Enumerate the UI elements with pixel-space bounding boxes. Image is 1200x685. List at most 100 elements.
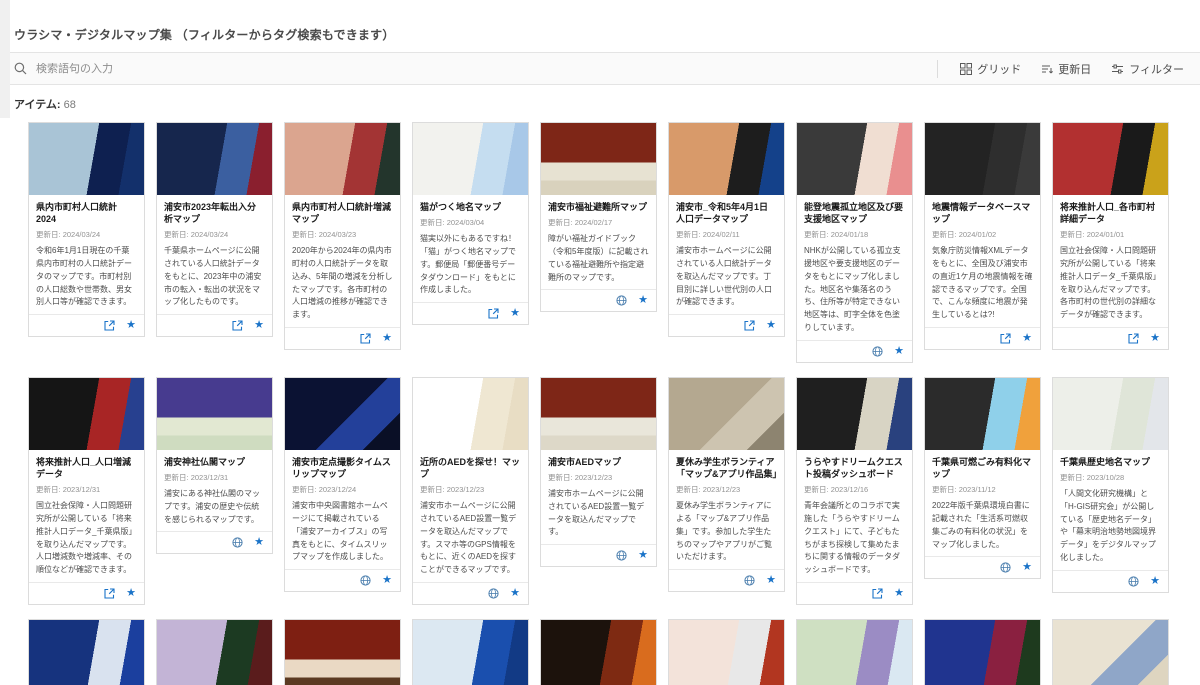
external-link-icon[interactable] [104,320,115,331]
card-title[interactable]: 近所のAEDを探せ！マップ [420,456,521,480]
external-link-icon[interactable] [872,588,883,599]
map-card[interactable]: 県内市町村人口統計2024 更新日: 2024/03/24 令和6年1月1日現在… [28,122,145,337]
card-thumbnail[interactable] [413,123,528,195]
map-card[interactable]: 地震情報データベースマップ 更新日: 2024/01/02 気象庁防災情報XML… [924,122,1041,350]
card-thumbnail[interactable] [1053,378,1168,450]
card-title[interactable]: 千葉県歴史地名マップ [1060,456,1161,468]
card-title[interactable]: 浦安市定点撮影タイムスリップマップ [292,456,393,480]
card-thumbnail[interactable] [797,620,912,685]
map-card[interactable]: 浦安市2023年転出入分析マップ 更新日: 2024/03/24 千葉県ホームペ… [156,122,273,337]
favorite-star-icon[interactable]: ★ [1150,576,1160,587]
external-link-icon[interactable] [232,320,243,331]
map-card[interactable]: 近所のAEDを探せ！マップ 更新日: 2023/12/23 浦安市ホームページに… [412,377,529,605]
card-thumbnail[interactable] [285,123,400,195]
card-thumbnail[interactable] [285,620,400,685]
card-title[interactable]: 浦安市2023年転出入分析マップ [164,201,265,225]
card-thumbnail[interactable] [157,123,272,195]
external-link-icon[interactable] [744,320,755,331]
card-thumbnail[interactable] [157,620,272,685]
favorite-star-icon[interactable]: ★ [126,588,136,599]
external-link-icon[interactable] [1128,333,1139,344]
card-thumbnail[interactable] [797,123,912,195]
favorite-star-icon[interactable]: ★ [510,588,520,599]
card-thumbnail[interactable] [925,123,1040,195]
favorite-star-icon[interactable]: ★ [382,333,392,344]
map-card[interactable]: 千葉県可燃ごみ有料化マップ 更新日: 2023/11/12 2022年版千葉県環… [924,377,1041,579]
sort-by-date-button[interactable]: 更新日 [1041,61,1091,77]
map-card[interactable]: 浦安市小学校児童数統計マップ 更新日: 2023/08/27 ★ [924,619,1041,685]
card-thumbnail[interactable] [1053,620,1168,685]
map-card[interactable]: 千葉県内市町村 市税徴収実績（R1-R3） 更新日: 2023/10/14 ★ [156,619,273,685]
map-card[interactable]: 能登地震孤立地区及び要支援地区マップ 更新日: 2024/01/18 NHKが公… [796,122,913,363]
card-title[interactable]: 浦安市_令和5年4月1日人口データマップ [676,201,777,225]
map-card[interactable]: 浦安市_令和5年4月1日人口データマップ 更新日: 2024/02/11 浦安市… [668,122,785,337]
card-thumbnail[interactable] [541,620,656,685]
map-card[interactable]: 浦安コンビニ店舗数マップ 更新日: 2023/10/07 ★ [284,619,401,685]
map-card[interactable]: 千葉県歴史地名マップ 更新日: 2023/10/28 「人間文化研究機構」と「H… [1052,377,1169,593]
external-link-icon[interactable] [104,588,115,599]
favorite-star-icon[interactable]: ★ [1022,333,1032,344]
card-thumbnail[interactable] [413,378,528,450]
card-title[interactable]: 猫がつく地名マップ [420,201,521,213]
card-title[interactable]: 浦安市AEDマップ [548,456,649,468]
map-card[interactable]: 浦安市定点撮影タイムスリップマップ 更新日: 2023/12/24 浦安市中央図… [284,377,401,592]
card-title[interactable]: 浦安神社仏閣マップ [164,456,265,468]
favorite-star-icon[interactable]: ★ [510,308,520,319]
favorite-star-icon[interactable]: ★ [638,550,648,561]
map-card[interactable]: 浦安３駅乗降者数マップ 更新日: 2023/10/07 浦安市にある3駅の乗降者… [412,619,529,685]
favorite-star-icon[interactable]: ★ [894,588,904,599]
card-thumbnail[interactable] [413,620,528,685]
map-card[interactable]: 将来推計人口_各市町村詳細データ 更新日: 2024/01/01 国立社会保障・… [1052,122,1169,350]
card-thumbnail[interactable] [925,620,1040,685]
card-thumbnail[interactable] [925,378,1040,450]
favorite-star-icon[interactable]: ★ [766,575,776,586]
grid-view-button[interactable]: グリッド [960,61,1021,77]
card-thumbnail[interactable] [1053,123,1168,195]
card-thumbnail[interactable] [29,620,144,685]
search-input[interactable] [36,63,937,75]
globe-icon[interactable] [1128,576,1139,587]
card-thumbnail[interactable] [669,620,784,685]
map-card[interactable]: 浦安市福祉避難所マップ 更新日: 2024/02/17 障がい福祉ガイドブック（… [540,122,657,312]
favorite-star-icon[interactable]: ★ [126,320,136,331]
map-card[interactable]: 猫がつく地名マップ 更新日: 2024/03/04 猫実以外にもあるですね！「猫… [412,122,529,325]
map-card[interactable]: 筑後川浸水推定図 更新日: 2023/07/26 国土交通省国土地理院が公開した… [1052,619,1169,685]
card-title[interactable]: 将来推計人口_各市町村詳細データ [1060,201,1161,225]
card-thumbnail[interactable] [29,378,144,450]
map-card[interactable]: 消防年報（火災出動）マップ 更新日: 2023/09/06 ★ [540,619,657,685]
card-title[interactable]: 地震情報データベースマップ [932,201,1033,225]
map-card[interactable]: うらやすドリームクエスト投稿ダッシュボード 更新日: 2023/12/16 青年… [796,377,913,605]
card-thumbnail[interactable] [669,123,784,195]
map-card[interactable]: 消防年報（救急出動）マップ 更新日: 2023/09/06 ★ [668,619,785,685]
map-card[interactable]: 将来推計人口_人口増減データ 更新日: 2023/12/31 国立社会保障・人口… [28,377,145,605]
card-thumbnail[interactable] [541,123,656,195]
favorite-star-icon[interactable]: ★ [894,346,904,357]
card-title[interactable]: 県内市町村人口統計増減マップ [292,201,393,225]
card-thumbnail[interactable] [669,378,784,450]
favorite-star-icon[interactable]: ★ [382,575,392,586]
card-title[interactable]: 夏休み学生ボランティア「マップ&アプリ作品集」 [676,456,777,480]
favorite-star-icon[interactable]: ★ [1150,333,1160,344]
card-title[interactable]: 浦安市福祉避難所マップ [548,201,649,213]
card-thumbnail[interactable] [157,378,272,450]
favorite-star-icon[interactable]: ★ [766,320,776,331]
card-thumbnail[interactable] [541,378,656,450]
map-card[interactable]: 浦安市AEDマップ 更新日: 2023/12/23 浦安市ホームページに公開され… [540,377,657,567]
globe-icon[interactable] [744,575,755,586]
card-thumbnail[interactable] [285,378,400,450]
favorite-star-icon[interactable]: ★ [638,295,648,306]
external-link-icon[interactable] [488,308,499,319]
card-thumbnail[interactable] [797,378,912,450]
card-title[interactable]: 能登地震孤立地区及び要支援地区マップ [804,201,905,225]
external-link-icon[interactable] [360,333,371,344]
globe-icon[interactable] [360,575,371,586]
map-card[interactable]: 浦安市_小学校区児童数と人口分布 更新日: 2023/08/27 ★ [796,619,913,685]
globe-icon[interactable] [872,346,883,357]
card-title[interactable]: 県内市町村人口統計2024 [36,201,137,225]
globe-icon[interactable] [616,550,627,561]
map-card[interactable]: 浦安神社仏閣マップ 更新日: 2023/12/31 浦安にある神社仏閣のマップで… [156,377,273,555]
globe-icon[interactable] [232,537,243,548]
card-thumbnail[interactable] [29,123,144,195]
globe-icon[interactable] [1000,562,1011,573]
globe-icon[interactable] [616,295,627,306]
